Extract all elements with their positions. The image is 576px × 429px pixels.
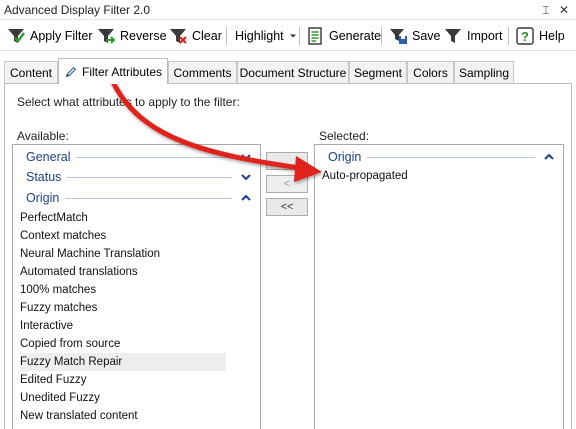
help-button[interactable]: ? Help	[515, 25, 565, 47]
generate-button[interactable]: Generate	[305, 25, 381, 47]
group-divider	[65, 197, 232, 199]
list-item[interactable]: 100% matches	[20, 281, 96, 299]
apply-filter-button[interactable]: Apply Filter	[6, 25, 93, 47]
tab-filter-attributes[interactable]: Filter Attributes	[58, 58, 168, 84]
clear-label: Clear	[192, 29, 222, 43]
tab-content[interactable]: Content	[4, 61, 58, 83]
tab-segment[interactable]: Segment	[349, 61, 407, 83]
filter-reverse-icon	[98, 29, 116, 44]
group-origin[interactable]: Origin	[315, 147, 563, 167]
list-item[interactable]: PerfectMatch	[20, 209, 88, 227]
list-item-highlighted[interactable]: Fuzzy Match Repair	[20, 353, 226, 371]
toolbar-separator	[226, 27, 227, 45]
pencil-icon	[65, 66, 77, 77]
save-button[interactable]: Save	[388, 25, 441, 47]
tab-strip: Content Filter Attributes Comments Docum…	[0, 58, 576, 84]
group-divider	[76, 156, 232, 158]
toolbar-separator	[299, 27, 300, 45]
list-item[interactable]: Unedited Fuzzy	[20, 389, 100, 407]
reverse-button[interactable]: Reverse	[96, 25, 167, 47]
title-bar: Advanced Display Filter 2.0 ⌶ ✕	[0, 0, 576, 20]
list-item[interactable]: Interactive	[20, 317, 73, 335]
list-item[interactable]: Fuzzy matches	[20, 299, 97, 317]
tab-colors[interactable]: Colors	[407, 61, 454, 83]
group-divider	[367, 156, 535, 158]
import-button[interactable]: Import	[443, 25, 502, 47]
pin-icon[interactable]: ⌶	[538, 2, 554, 18]
help-icon: ?	[516, 27, 534, 45]
list-item[interactable]: Auto-propagated	[322, 167, 408, 185]
chevron-up-icon[interactable]	[240, 192, 252, 204]
available-label: Available:	[17, 129, 69, 143]
add-button[interactable]	[266, 152, 308, 170]
toolbar: Apply Filter Reverse Clear Highlight Gen…	[0, 21, 576, 51]
filter-clear-icon	[170, 29, 187, 44]
reverse-label: Reverse	[120, 29, 167, 43]
document-icon	[308, 27, 322, 45]
selected-label: Selected:	[319, 129, 370, 143]
list-item[interactable]: Context matches	[20, 227, 106, 245]
filter-save-icon	[390, 29, 407, 44]
selected-list[interactable]: Origin Auto-propagated	[314, 144, 564, 429]
tab-sampling[interactable]: Sampling	[454, 61, 514, 83]
instruction-text: Select what attributes to apply to the f…	[17, 95, 240, 109]
window-title: Advanced Display Filter 2.0	[4, 3, 151, 17]
chevron-down-icon[interactable]	[240, 151, 252, 163]
list-item[interactable]: New translated content	[20, 407, 138, 425]
tab-comments[interactable]: Comments	[168, 61, 237, 83]
remove-all-button[interactable]: <<	[266, 198, 308, 216]
chevron-up-icon[interactable]	[543, 151, 555, 163]
group-status[interactable]: Status	[13, 167, 260, 187]
filter-import-icon	[445, 29, 461, 43]
group-general[interactable]: General	[13, 147, 260, 167]
tab-document-structure[interactable]: Document Structure	[237, 61, 349, 83]
filter-check-icon	[8, 29, 25, 43]
generate-label: Generate	[329, 29, 382, 43]
chevron-down-icon	[289, 34, 296, 38]
toolbar-separator	[381, 27, 382, 45]
list-item[interactable]: Neural Machine Translation	[20, 245, 160, 263]
highlight-dropdown[interactable]: Highlight	[235, 25, 298, 47]
import-label: Import	[467, 29, 503, 43]
list-item[interactable]: Automated translations	[20, 263, 138, 281]
available-list[interactable]: General Status Origin PerfectMatch Conte…	[12, 144, 261, 429]
close-icon[interactable]: ✕	[556, 2, 572, 18]
remove-button[interactable]: <	[266, 175, 308, 193]
group-origin[interactable]: Origin	[13, 188, 260, 208]
list-item[interactable]: Copied from source	[20, 335, 120, 353]
highlight-label: Highlight	[235, 29, 284, 43]
group-divider	[67, 176, 232, 178]
chevron-down-icon[interactable]	[240, 171, 252, 183]
toolbar-separator	[508, 27, 509, 45]
save-label: Save	[412, 29, 441, 43]
svg-text:?: ?	[521, 29, 529, 44]
list-item[interactable]: Edited Fuzzy	[20, 371, 86, 389]
help-label: Help	[539, 29, 565, 43]
apply-filter-label: Apply Filter	[30, 29, 93, 43]
clear-button[interactable]: Clear	[168, 25, 222, 47]
